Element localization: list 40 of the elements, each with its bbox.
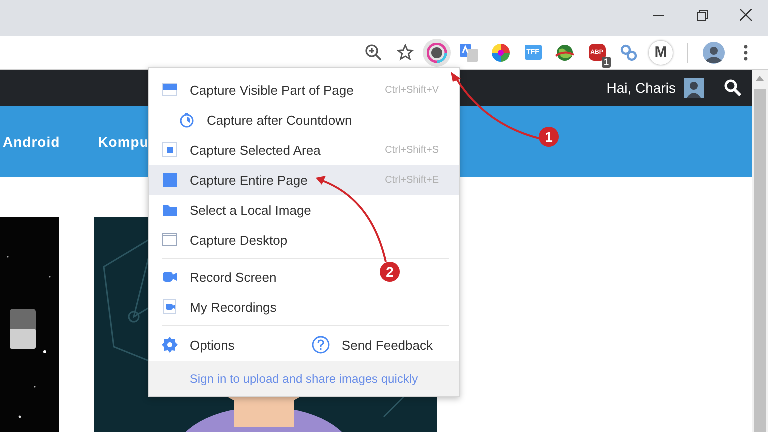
avatar-icon[interactable] [703, 42, 725, 64]
menu-item-icon [162, 142, 178, 158]
more-menu-icon[interactable] [744, 44, 748, 60]
options-button[interactable]: Options [162, 337, 235, 353]
menu-item[interactable]: Capture Visible Part of Page Ctrl+Shift+V [149, 75, 459, 105]
menu-item-icon [162, 232, 178, 248]
color-wheel-icon[interactable] [492, 44, 510, 62]
help-icon [312, 336, 330, 354]
menu-item[interactable]: Capture Selected Area Ctrl+Shift+S [149, 135, 459, 165]
menu-item-icon [162, 172, 178, 188]
menu-item[interactable]: Select a Local Image [149, 195, 332, 225]
shortcut-hint: Ctrl+Shift+E [385, 174, 439, 186]
capture-extension-icon[interactable] [427, 42, 447, 62]
scrollbar[interactable] [752, 70, 768, 432]
star-icon[interactable] [396, 44, 414, 61]
menu-item[interactable]: My Recordings [149, 292, 297, 322]
m-extension-icon[interactable]: M [649, 40, 673, 64]
feedback-button[interactable]: Send Feedback [312, 336, 433, 354]
menu-item[interactable]: Capture after Countdown [149, 105, 372, 135]
menu-item-icon [162, 82, 178, 98]
zoom-icon[interactable] [364, 44, 382, 61]
menu-item[interactable]: Capture Desktop [149, 225, 308, 255]
globe-icon[interactable] [555, 44, 575, 62]
gear-icon [162, 337, 178, 353]
minimize-icon[interactable] [652, 14, 664, 16]
shortcut-hint: Ctrl+Shift+S [385, 144, 439, 156]
menu-item-icon [179, 112, 195, 128]
search-icon[interactable] [724, 79, 742, 97]
user-greeting[interactable]: Hai, Charis [606, 80, 676, 96]
menu-item[interactable]: Record Screen [149, 262, 297, 292]
menu-item-icon [162, 299, 178, 315]
avatar-icon[interactable] [684, 78, 704, 98]
close-icon[interactable] [740, 9, 752, 21]
restore-icon[interactable] [696, 10, 708, 20]
menu-item[interactable]: Capture Entire Page Ctrl+Shift+E [149, 165, 459, 195]
menu-item-icon [162, 269, 178, 285]
count-badge: 1 [602, 56, 611, 68]
link-icon[interactable] [620, 44, 638, 62]
shortcut-hint: Ctrl+Shift+V [385, 84, 439, 96]
translate-icon[interactable] [460, 44, 478, 62]
